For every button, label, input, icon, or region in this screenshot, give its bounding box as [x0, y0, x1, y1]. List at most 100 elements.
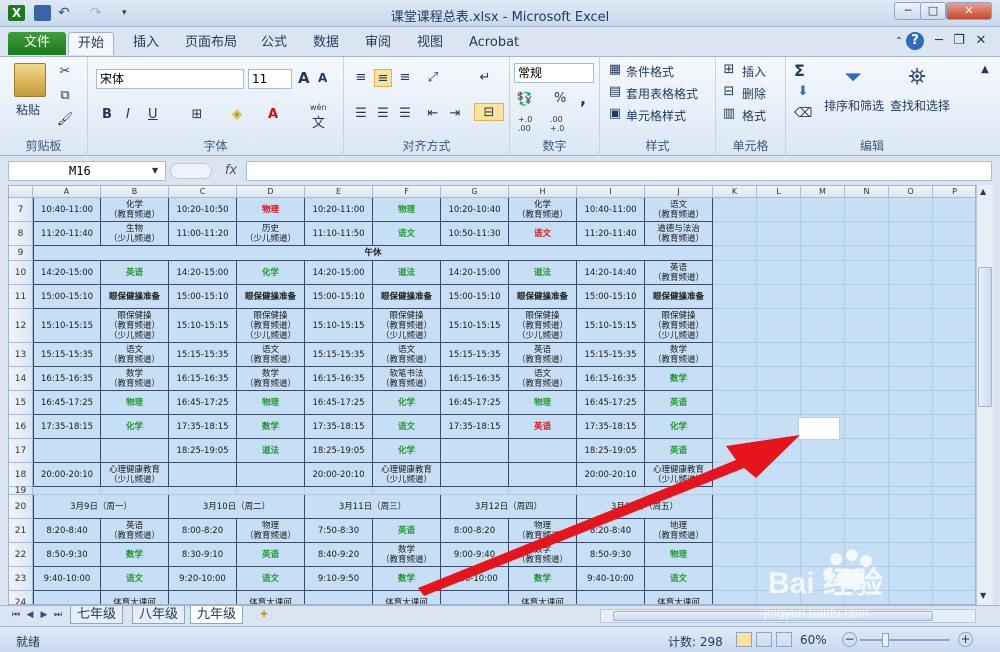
delete-cells-button[interactable]: 删除	[742, 85, 766, 102]
grid-cell[interactable]	[801, 519, 845, 543]
zoom-in-icon[interactable]: +	[958, 632, 973, 647]
grid-cell[interactable]: 语文	[645, 567, 713, 591]
restore-button[interactable]: □	[920, 2, 946, 20]
zoom-level[interactable]: 60%	[800, 633, 827, 647]
grid-cell[interactable]: 8:40-9:20	[305, 543, 373, 567]
grid-cell[interactable]: 化学 （教育频道）	[509, 198, 577, 222]
grid-cell[interactable]: 物理	[101, 391, 169, 415]
grid-cell[interactable]: 化学 （教育频道）	[101, 198, 169, 222]
minimize-button[interactable]: ─	[894, 2, 922, 20]
worksheet-grid[interactable]: A B C D E F G H I J K L M N O P 7 10:40-11:00 化学 （教育频道） 10:…	[8, 185, 976, 605]
wrap-text-icon[interactable]: ↵	[476, 69, 494, 87]
grid-cell[interactable]	[713, 519, 757, 543]
grid-cell[interactable]	[845, 343, 889, 367]
row-header[interactable]: 17	[9, 439, 33, 463]
grid-cell[interactable]	[757, 439, 801, 463]
grid-cell[interactable]	[845, 367, 889, 391]
grid-cell[interactable]: 7:50-8:30	[305, 519, 373, 543]
tab-review[interactable]: 审阅	[356, 32, 400, 55]
grid-cell[interactable]	[933, 487, 975, 495]
normal-view-icon[interactable]	[736, 632, 752, 647]
grid-cell[interactable]	[845, 391, 889, 415]
font-color-icon[interactable]: A	[264, 106, 282, 124]
grid-cell[interactable]	[441, 487, 509, 495]
grid-cell[interactable]: 15:00-15:10	[169, 285, 237, 309]
column-header[interactable]: P	[933, 186, 975, 198]
grid-cell[interactable]	[757, 198, 801, 222]
grid-cell[interactable]: 8:50-9:30	[577, 543, 645, 567]
grid-cell[interactable]	[373, 487, 441, 495]
row-header[interactable]: 16	[9, 415, 33, 439]
conditional-format-icon[interactable]: ▦	[606, 61, 624, 79]
first-sheet-icon[interactable]: ⏮	[10, 608, 22, 622]
grid-cell[interactable]: 15:15-15:35	[305, 343, 373, 367]
grid-cell[interactable]	[845, 222, 889, 246]
grid-cell[interactable]	[757, 367, 801, 391]
row-header[interactable]: 22	[9, 543, 33, 567]
grid-cell[interactable]	[713, 222, 757, 246]
grid-cell[interactable]: 8:30-9:10	[169, 543, 237, 567]
grid-cell[interactable]: 数学 （教育频道）	[373, 543, 441, 567]
grid-cell[interactable]: 物理	[373, 198, 441, 222]
grid-cell[interactable]: 15:10-15:15	[305, 309, 373, 343]
paste-icon[interactable]	[14, 63, 46, 97]
underline-button[interactable]: U	[148, 107, 158, 122]
close-button[interactable]: ✕	[946, 2, 992, 20]
decrease-decimal-button[interactable]: .00 +.0	[550, 115, 564, 133]
grid-cell[interactable]	[889, 519, 933, 543]
italic-button[interactable]: I	[126, 107, 130, 122]
align-bottom-icon[interactable]: ≡	[396, 69, 414, 87]
prev-sheet-icon[interactable]: ◀	[24, 608, 36, 622]
format-painter-icon[interactable]: 🖌	[56, 111, 74, 129]
grid-cell[interactable]	[713, 439, 757, 463]
column-header[interactable]: K	[713, 186, 757, 198]
grid-cell[interactable]: 数学	[237, 415, 305, 439]
grid-cell[interactable]	[889, 415, 933, 439]
row-header[interactable]: 10	[9, 261, 33, 285]
grid-cell[interactable]	[933, 261, 975, 285]
align-middle-icon[interactable]: ≡	[374, 69, 392, 87]
grid-cell[interactable]: 18:25-19:05	[577, 439, 645, 463]
grid-cell[interactable]	[933, 246, 975, 261]
grid-cell[interactable]	[757, 261, 801, 285]
grid-cell[interactable]	[889, 495, 933, 519]
grid-cell[interactable]: 英语	[509, 415, 577, 439]
grid-cell[interactable]: 11:20-11:40	[577, 222, 645, 246]
column-header[interactable]: C	[169, 186, 237, 198]
grid-cell[interactable]	[801, 222, 845, 246]
grid-cell[interactable]	[757, 519, 801, 543]
autosum-button[interactable]: Σ	[794, 61, 805, 80]
grid-cell[interactable]: 道法	[373, 261, 441, 285]
grid-cell[interactable]: 17:35-18:15	[33, 415, 101, 439]
workbook-minimize-icon[interactable]: ─	[930, 32, 948, 50]
grid-cell[interactable]	[577, 487, 645, 495]
grid-cell[interactable]	[933, 391, 975, 415]
grid-cell[interactable]	[933, 495, 975, 519]
grid-cell[interactable]	[713, 343, 757, 367]
grid-cell[interactable]: 10:50-11:30	[441, 222, 509, 246]
grid-cell[interactable]	[757, 309, 801, 343]
grid-cell[interactable]	[713, 261, 757, 285]
grid-cell[interactable]: 14:20-15:00	[441, 261, 509, 285]
grid-cell[interactable]	[237, 487, 305, 495]
orientation-icon[interactable]: ⤢	[424, 69, 442, 87]
fill-icon[interactable]: ⬇	[794, 83, 812, 101]
grid-cell[interactable]: 16:45-17:25	[169, 391, 237, 415]
align-left-icon[interactable]: ☰	[352, 105, 370, 123]
grid-cell[interactable]	[713, 367, 757, 391]
column-header[interactable]: O	[889, 186, 933, 198]
grid-cell[interactable]	[801, 391, 845, 415]
currency-icon[interactable]: 💱	[516, 91, 534, 109]
grid-cell[interactable]: 心理健康教育 （少儿频道）	[101, 463, 169, 487]
grid-cell[interactable]: 英语	[101, 261, 169, 285]
clear-icon[interactable]: ⌫	[794, 105, 812, 123]
grid-cell[interactable]: 16:15-16:35	[33, 367, 101, 391]
name-box-dropdown-icon[interactable]: ▼	[152, 166, 158, 175]
comma-button[interactable]: ,	[580, 89, 586, 108]
grid-cell[interactable]: 物理 （教育频道）	[509, 519, 577, 543]
grid-cell[interactable]: 数学	[645, 367, 713, 391]
grid-cell[interactable]: 18:25-19:05	[169, 439, 237, 463]
grid-cell[interactable]: 16:15-16:35	[169, 367, 237, 391]
grid-cell[interactable]	[33, 439, 101, 463]
grow-font-button[interactable]: A	[298, 69, 310, 87]
